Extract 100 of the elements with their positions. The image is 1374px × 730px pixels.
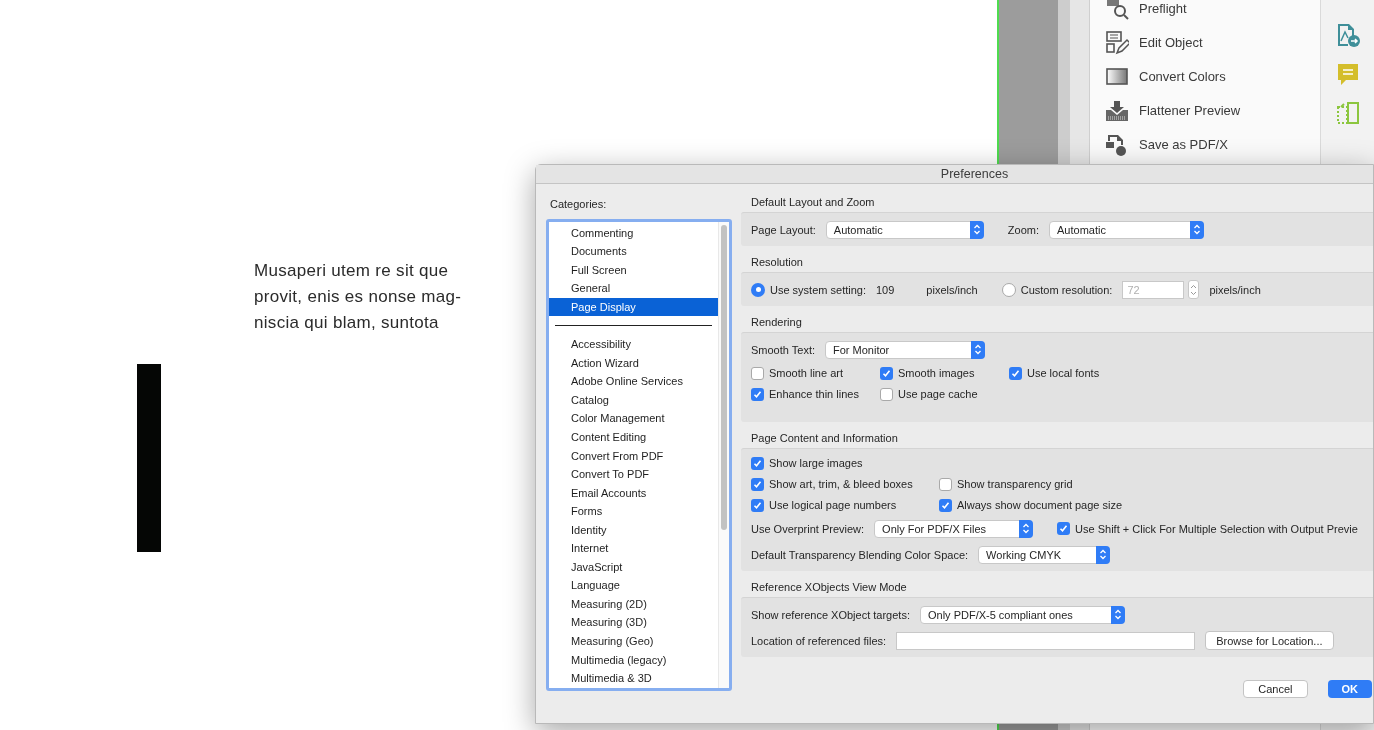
checkbox[interactable]	[751, 477, 764, 491]
checkbox-label: Use page cache	[898, 387, 978, 401]
checkbox[interactable]	[880, 387, 893, 401]
checkbox[interactable]	[1009, 366, 1022, 380]
stepper[interactable]	[1188, 280, 1200, 299]
gradient-swatch-icon	[1105, 68, 1129, 86]
updown-chevron-icon	[1022, 523, 1031, 534]
category-item[interactable]: Identity	[549, 520, 718, 540]
field-label: Zoom:	[1007, 222, 1040, 237]
checkbox-label: Use Shift + Click For Multiple Selection with Output Previe	[1075, 521, 1358, 536]
checkbox[interactable]	[751, 498, 764, 512]
field-label: 109	[876, 282, 895, 297]
field-label: Location of referenced files:	[751, 633, 887, 648]
radio-button[interactable]	[751, 282, 765, 297]
field-label: Show reference XObject targets:	[751, 607, 910, 622]
field-label: Smooth Text:	[751, 342, 815, 357]
category-item[interactable]: Catalog	[549, 390, 718, 410]
checkbox[interactable]	[939, 477, 952, 491]
checkbox-label: Show transparency grid	[957, 477, 1073, 491]
checkmark-icon	[1059, 524, 1069, 533]
checkbox-label: Enhance thin lines	[769, 387, 859, 401]
category-item[interactable]: Adobe Online Services	[549, 372, 718, 391]
updown-chevron-icon	[974, 344, 982, 355]
dropdown[interactable]: For Monitor	[825, 340, 985, 359]
checkbox-label: Show large images	[769, 456, 863, 470]
checkbox[interactable]	[880, 366, 893, 380]
scrollbar-thumb[interactable]	[721, 224, 727, 530]
checkbox[interactable]	[939, 498, 952, 512]
category-item[interactable]: Content Editing	[549, 427, 718, 447]
category-item[interactable]: Measuring (Geo)	[549, 632, 718, 651]
category-item[interactable]: Multimedia & 3D	[549, 669, 718, 688]
dropdown[interactable]: Only PDF/X-5 compliant ones	[919, 605, 1125, 624]
checkmark-icon	[753, 389, 762, 399]
category-item[interactable]: Measuring (2D)	[549, 594, 718, 614]
checkbox-label: Smooth images	[898, 366, 975, 380]
document-gear-icon	[1105, 134, 1129, 156]
section-title: Resolution	[750, 255, 804, 270]
checkbox[interactable]	[751, 387, 764, 401]
category-item[interactable]: General	[549, 279, 718, 298]
dropdown[interactable]: Only For PDF/X Files	[874, 519, 1034, 538]
category-item[interactable]: Action Wizard	[549, 353, 718, 373]
category-item[interactable]: Multimedia (legacy)	[549, 650, 718, 670]
category-item[interactable]: Color Management	[549, 409, 718, 428]
category-item[interactable]: Documents	[549, 242, 718, 261]
checkmark-icon	[882, 368, 891, 378]
updown-chevron-icon	[972, 224, 981, 235]
body-text-line: provit, enis es nonse mag-	[254, 286, 462, 308]
category-item[interactable]: Internet	[549, 539, 718, 558]
dropdown[interactable]: Automatic	[825, 220, 984, 239]
section-title: Default Layout and Zoom	[750, 195, 876, 210]
category-item[interactable]: Language	[549, 576, 718, 595]
updown-chevron-icon	[1193, 224, 1202, 235]
checkmark-icon	[753, 500, 762, 510]
dropdown[interactable]: Automatic	[1049, 220, 1205, 239]
checkbox-label: Use logical page numbers	[769, 498, 897, 512]
text-field[interactable]	[896, 631, 1196, 650]
category-item[interactable]: Measuring (3D)	[549, 613, 718, 632]
tool-item[interactable]: Save as PDF/X	[1090, 128, 1320, 162]
category-item[interactable]: JavaScript	[549, 557, 718, 577]
checkbox[interactable]	[751, 456, 764, 470]
updown-chevron-icon	[1099, 549, 1108, 560]
dialog-title: Preferences	[940, 165, 1009, 183]
browse-button[interactable]: Browse for Location...	[1205, 631, 1334, 650]
checkmark-icon	[753, 479, 762, 489]
checkbox-label: Show art, trim, & bleed boxes	[769, 477, 913, 491]
radio-button[interactable]	[1001, 282, 1016, 297]
category-item[interactable]: Forms	[549, 502, 718, 521]
tool-item[interactable]: Convert Colors	[1090, 60, 1320, 94]
category-item[interactable]: Accessibility	[549, 335, 718, 354]
tray-download-icon	[1105, 100, 1129, 122]
category-item[interactable]: Page Display	[549, 297, 718, 317]
body-text-line: Musaperi utem re sit que	[254, 260, 450, 282]
category-item[interactable]: Convert From PDF	[549, 446, 718, 466]
document-arrow-icon[interactable]	[1335, 22, 1360, 48]
category-item[interactable]: Convert To PDF	[549, 465, 718, 484]
checkbox-label: Smooth line art	[769, 366, 843, 380]
checkmark-icon	[753, 458, 762, 468]
magnifier-icon	[1105, 0, 1129, 21]
tool-item[interactable]: Flattener Preview	[1090, 94, 1320, 128]
tool-item[interactable]: Preflight	[1090, 0, 1320, 26]
category-item[interactable]: Email Accounts	[549, 483, 718, 503]
checkbox-label: Always show document page size	[957, 498, 1123, 512]
checkbox[interactable]	[751, 366, 764, 380]
section-title: Page Content and Information	[750, 431, 899, 446]
field-label: Use Overprint Preview:	[751, 521, 865, 536]
tool-item[interactable]: Edit Object	[1090, 26, 1320, 60]
checkbox-label: Use local fonts	[1027, 366, 1100, 380]
field-label: Page Layout:	[751, 222, 816, 237]
category-item[interactable]: Commenting	[549, 223, 718, 243]
dropdown[interactable]: Working CMYK	[978, 545, 1111, 564]
checkmark-icon	[941, 500, 950, 510]
ok-button[interactable]: OK	[1327, 680, 1372, 698]
body-text-line: niscia qui blam, suntota	[254, 312, 440, 334]
section-title: Rendering	[750, 315, 803, 330]
updown-chevron-icon	[1190, 283, 1198, 296]
cancel-button[interactable]: Cancel	[1243, 680, 1308, 698]
checkbox[interactable]	[1057, 522, 1071, 535]
category-item[interactable]: Full Screen	[549, 260, 718, 280]
compare-pages-icon[interactable]	[1336, 102, 1359, 124]
field-label: pixels/inch	[926, 282, 978, 297]
